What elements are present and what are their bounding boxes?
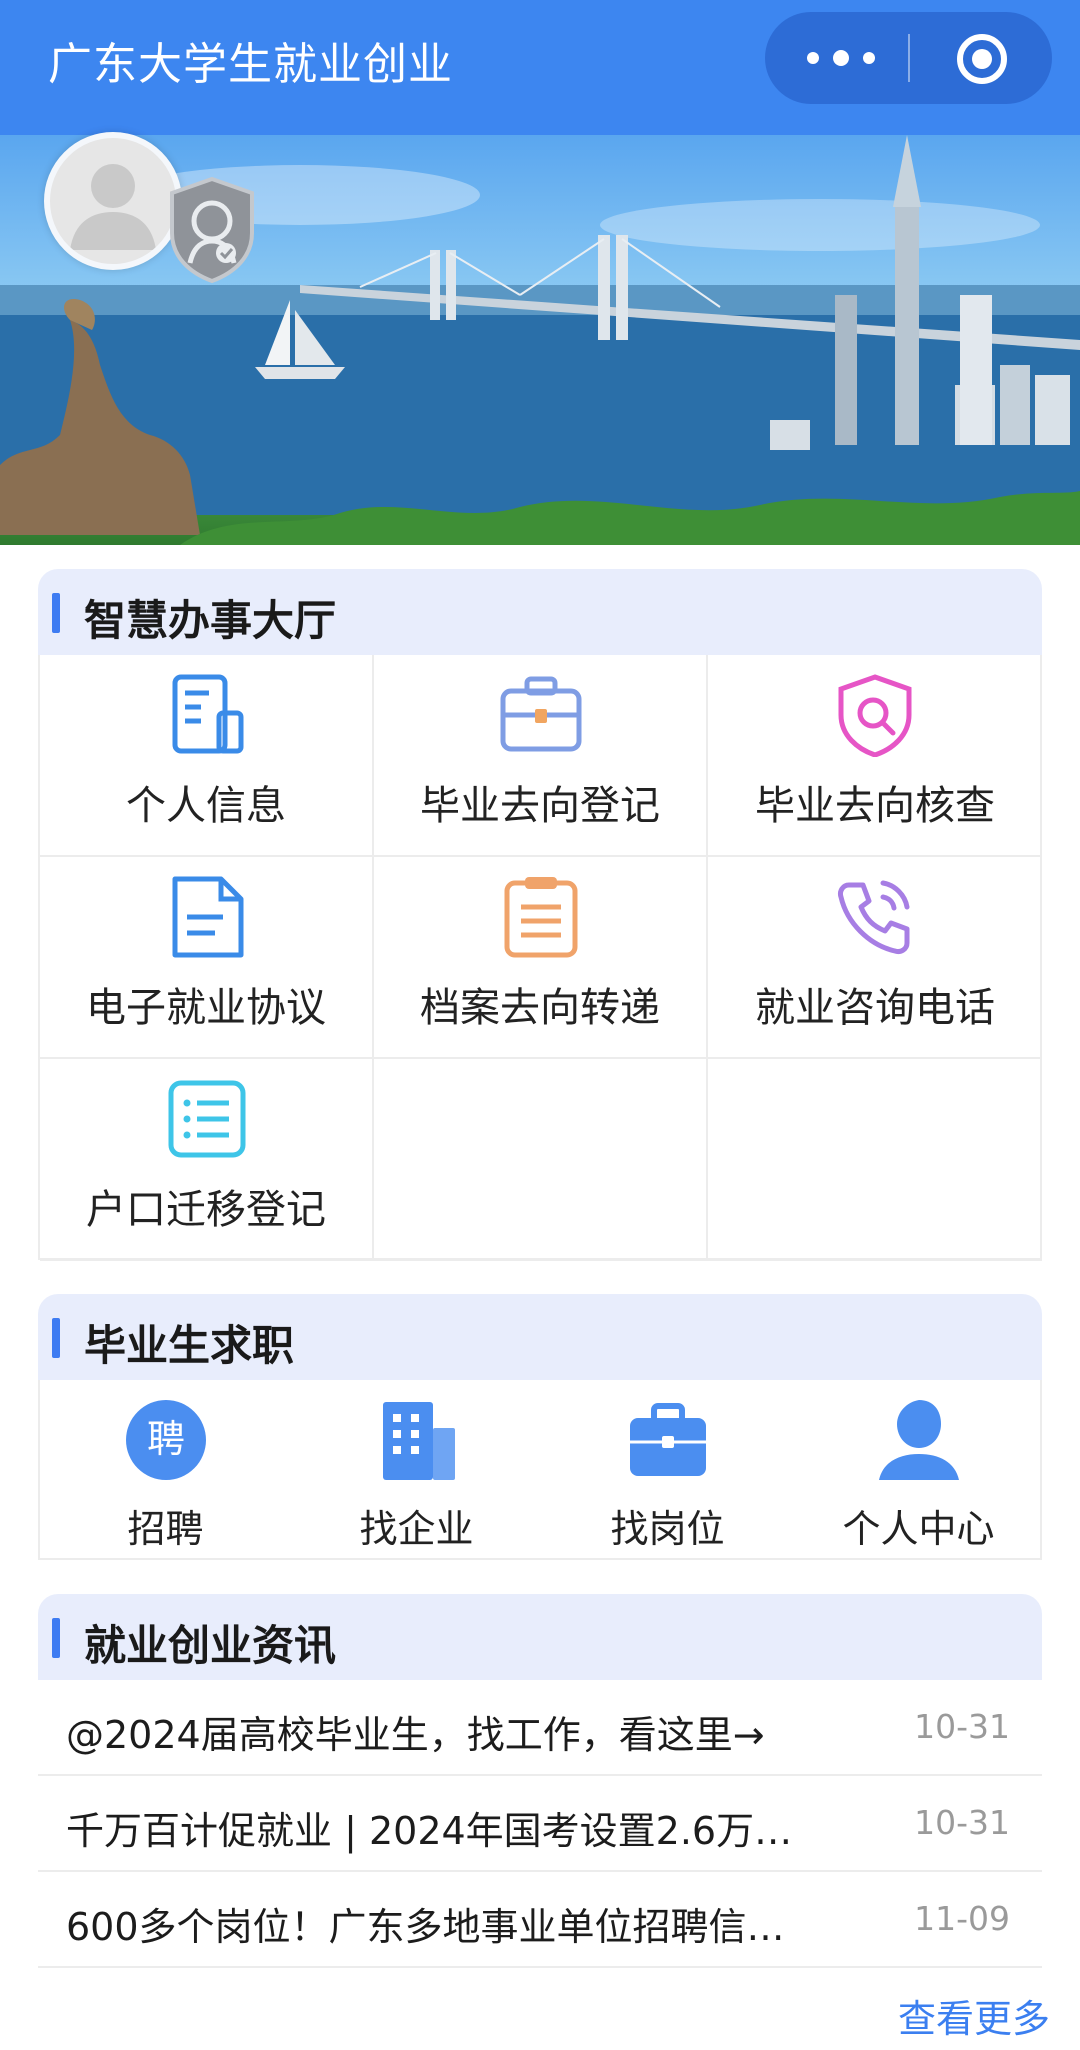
service-label: 电子就业协议: [86, 985, 326, 1031]
briefcase-icon: [500, 676, 582, 752]
file-icon: [172, 876, 244, 958]
smart-hall-grid: 个人信息 毕业去向登记 毕业去向核查 电子就业协议 档案去向转递 就业咨询电话 …: [38, 655, 1042, 1261]
empty-cell: [708, 1059, 1042, 1261]
service-graduation-register[interactable]: 毕业去向登记: [374, 655, 708, 857]
service-label: 户口迁移登记: [86, 1187, 326, 1233]
news-date: 10-31: [914, 1803, 1010, 1842]
briefcase-icon: [630, 1403, 706, 1476]
job-label: 招聘: [127, 1507, 204, 1551]
section-title: 智慧办事大厅: [84, 596, 337, 645]
hero-banner: 广东大学生就业创业: [0, 0, 1080, 545]
job-personal-center[interactable]: 个人中心: [793, 1380, 1044, 1560]
job-label: 个人中心: [842, 1507, 995, 1551]
job-seek-header: 毕业生求职: [38, 1294, 1042, 1380]
verified-shield-icon[interactable]: [168, 175, 256, 285]
more-dots-icon[interactable]: [805, 40, 885, 76]
job-seek-row: 聘 招聘 找企业 找岗位 个人中心: [38, 1380, 1042, 1560]
view-more-link[interactable]: 查看更多: [898, 1988, 1050, 2043]
section-accent-bar: [52, 1618, 60, 1658]
empty-cell: [374, 1059, 708, 1261]
service-consult-phone[interactable]: 就业咨询电话: [708, 857, 1042, 1059]
section-accent-bar: [52, 1318, 60, 1358]
app-title: 广东大学生就业创业: [48, 39, 453, 90]
mini-program-capsule: [765, 12, 1052, 104]
building-icon: [383, 1402, 455, 1480]
avatar[interactable]: [44, 132, 182, 270]
service-label: 就业咨询电话: [755, 985, 995, 1031]
shield-search-icon: [838, 674, 912, 757]
news-item[interactable]: 千万百计促就业 | 2024年国考设置2.6万… 10-31: [38, 1776, 1042, 1872]
job-label: 找岗位: [610, 1507, 725, 1551]
job-find-position[interactable]: 找岗位: [542, 1380, 793, 1560]
service-graduation-check[interactable]: 毕业去向核查: [708, 655, 1042, 857]
section-accent-bar: [52, 593, 60, 633]
job-label: 找企业: [359, 1507, 474, 1551]
document-icon: [172, 674, 244, 754]
news-header: 就业创业资讯: [38, 1594, 1042, 1680]
news-item[interactable]: @2024届高校毕业生，找工作，看这里→ 10-31: [38, 1680, 1042, 1776]
service-archive-transfer[interactable]: 档案去向转递: [374, 857, 708, 1059]
recruit-icon: 聘: [126, 1400, 206, 1480]
section-title: 就业创业资讯: [84, 1621, 337, 1670]
news-title: @2024届高校毕业生，找工作，看这里→: [66, 1713, 765, 1757]
section-title: 毕业生求职: [84, 1321, 295, 1370]
job-find-company[interactable]: 找企业: [291, 1380, 542, 1560]
news-date: 10-31: [914, 1707, 1010, 1746]
news-item[interactable]: 600多个岗位！广东多地事业单位招聘信… 11-09: [38, 1872, 1042, 1968]
capsule-divider: [908, 34, 910, 82]
service-label: 个人信息: [126, 783, 286, 829]
service-label: 档案去向转递: [420, 985, 660, 1031]
recruit-glyph: 聘: [147, 1417, 185, 1461]
user-silhouette-icon: [70, 164, 156, 250]
news-date: 11-09: [914, 1899, 1010, 1938]
smart-hall-header: 智慧办事大厅: [38, 569, 1042, 655]
service-hukou-transfer[interactable]: 户口迁移登记: [40, 1059, 374, 1261]
job-recruit[interactable]: 聘 招聘: [40, 1380, 291, 1560]
person-icon: [879, 1400, 959, 1480]
news-title: 600多个岗位！广东多地事业单位招聘信…: [66, 1905, 785, 1949]
list-icon: [168, 1080, 246, 1158]
target-circle-icon[interactable]: [957, 34, 1007, 84]
news-title: 千万百计促就业 | 2024年国考设置2.6万…: [66, 1809, 793, 1853]
service-label: 毕业去向核查: [755, 783, 995, 829]
phone-icon: [838, 880, 910, 954]
service-e-agreement[interactable]: 电子就业协议: [40, 857, 374, 1059]
clipboard-icon: [504, 877, 578, 958]
service-personal-info[interactable]: 个人信息: [40, 655, 374, 857]
service-label: 毕业去向登记: [420, 783, 660, 829]
